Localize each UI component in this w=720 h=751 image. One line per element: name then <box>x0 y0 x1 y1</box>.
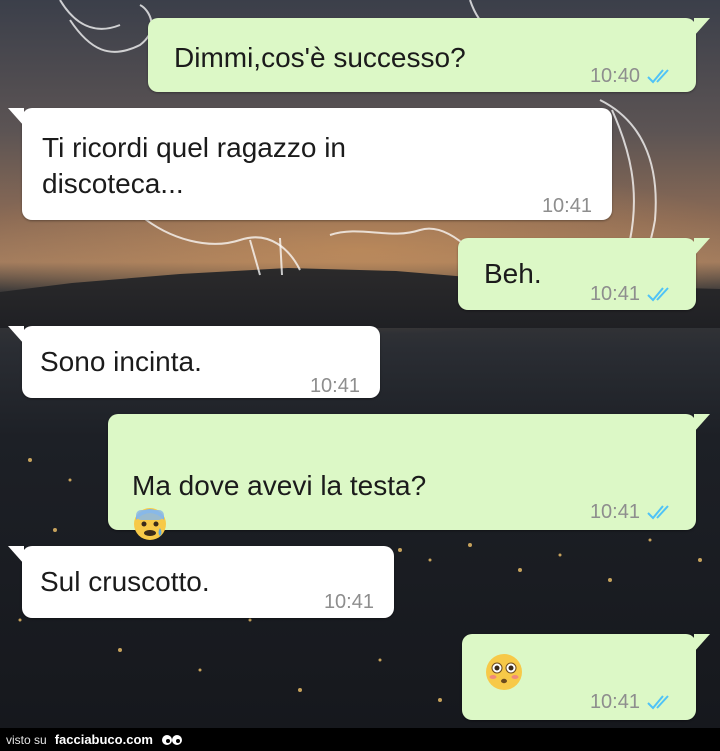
message-bubble-incoming[interactable]: Ti ricordi quel ragazzo in discoteca... … <box>8 108 612 220</box>
message-time: 10:41 <box>589 283 640 305</box>
message-meta: 10:41 <box>590 494 678 530</box>
message-text: Dimmi,cos'è successo? <box>174 42 466 73</box>
site-link[interactable]: facciabuco.com <box>55 732 153 747</box>
read-ticks-icon <box>647 695 669 710</box>
message-bubble-outgoing[interactable]: Dimmi,cos'è successo? 10:40 <box>148 18 710 94</box>
message-time: 10:41 <box>309 375 360 397</box>
visto-su-label: visto su <box>6 732 47 747</box>
message-meta: 10:40 <box>590 58 678 94</box>
message-bubble-incoming[interactable]: Sono incinta. 10:41 <box>8 326 380 398</box>
message-text: Sul cruscotto. <box>40 566 210 597</box>
message-time: 10:40 <box>589 65 640 87</box>
message-text: Ti ricordi quel ragazzo in discoteca... <box>42 132 346 199</box>
message-time: 10:41 <box>589 691 640 713</box>
message-meta: 10:41 <box>324 584 374 620</box>
watermark-footer: visto su facciabuco.com <box>0 728 720 751</box>
message-bubble-outgoing[interactable]: Beh. 10:41 <box>458 238 710 312</box>
flushed-face-emoji-icon <box>486 654 522 690</box>
message-meta: 10:41 <box>590 684 678 720</box>
message-bubble-outgoing[interactable]: 10:41 <box>462 634 710 720</box>
message-bubble-incoming[interactable]: Sul cruscotto. 10:41 <box>8 546 394 620</box>
message-bubble-outgoing[interactable]: Ma dove avevi la testa? 10:41 <box>108 414 710 540</box>
message-meta: 10:41 <box>590 276 678 312</box>
message-meta: 10:41 <box>310 368 360 404</box>
read-ticks-icon <box>647 287 669 302</box>
message-time: 10:41 <box>323 591 374 613</box>
message-text-content: Ma dove avevi la testa? <box>132 470 427 501</box>
message-text: Beh. <box>484 258 542 289</box>
message-meta: 10:41 <box>542 188 592 224</box>
message-time: 10:41 <box>541 195 592 217</box>
message-text: Ma dove avevi la testa? <box>132 432 426 542</box>
read-ticks-icon <box>647 505 669 520</box>
message-text: Sono incinta. <box>40 346 202 377</box>
read-ticks-icon <box>647 69 669 84</box>
eyes-logo-icon <box>161 734 182 745</box>
message-time: 10:41 <box>589 501 640 523</box>
fearful-face-emoji-icon <box>134 507 166 540</box>
